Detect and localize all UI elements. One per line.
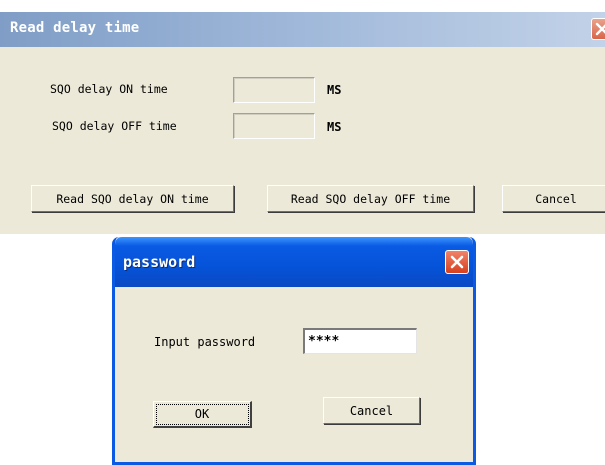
read-delay-time-window: Read delay time SQO delay ON time MS SQO… <box>0 12 605 234</box>
close-icon <box>450 255 464 269</box>
sqo-delay-off-field[interactable] <box>233 113 315 139</box>
sqo-delay-on-field[interactable] <box>233 77 315 103</box>
close-icon <box>595 22 605 36</box>
read-sqo-delay-off-button[interactable]: Read SQO delay OFF time <box>267 185 474 212</box>
title-bar[interactable]: Read delay time <box>0 12 605 47</box>
cancel-button[interactable]: Cancel <box>502 185 605 212</box>
dialog-cancel-button[interactable]: Cancel <box>323 397 420 424</box>
read-sqo-delay-on-button[interactable]: Read SQO delay ON time <box>31 185 234 212</box>
password-input[interactable] <box>303 328 417 354</box>
dialog-close-button[interactable] <box>445 250 469 274</box>
sqo-delay-on-label: SQO delay ON time <box>50 82 168 96</box>
sqo-delay-off-label: SQO delay OFF time <box>52 119 177 133</box>
off-unit-label: MS <box>327 120 342 134</box>
ok-button[interactable]: OK <box>153 401 252 428</box>
dialog-title: password <box>123 253 196 271</box>
dialog-title-bar[interactable]: password <box>115 237 473 287</box>
close-button[interactable] <box>591 18 605 40</box>
input-password-label: Input password <box>154 335 256 349</box>
window-title: Read delay time <box>10 20 140 36</box>
on-unit-label: MS <box>327 83 342 97</box>
password-dialog: password Input password OK Cancel <box>112 237 476 465</box>
